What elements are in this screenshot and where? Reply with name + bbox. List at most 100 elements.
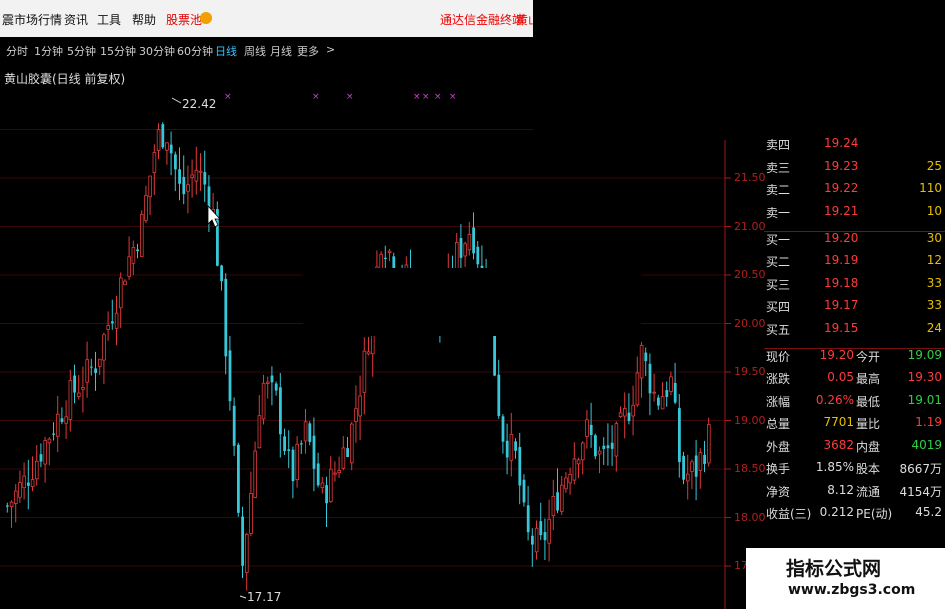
stat-value: 4154万: [899, 484, 942, 499]
bid-row[interactable]: 买五 19.15 24: [724, 318, 945, 340]
period-5min[interactable]: 5分钟: [67, 43, 96, 59]
period-1min[interactable]: 1分钟: [34, 43, 63, 59]
bid-row[interactable]: 买一 19.20 30: [724, 228, 945, 250]
signal-marker: ×: [312, 92, 320, 102]
menu-item-market[interactable]: 震市场行情: [2, 11, 62, 28]
period-more[interactable]: 更多: [297, 43, 319, 59]
ask-label: 卖四: [766, 138, 791, 153]
ask-price: 19.24: [824, 136, 859, 151]
candle-body: [169, 144, 173, 154]
bid-volume: 33: [926, 275, 942, 290]
candle-body: [68, 380, 73, 420]
stats-row: 外盘 3682 内盘 4019: [724, 435, 945, 457]
chevron-right-icon[interactable]: >: [326, 43, 335, 56]
candle-body: [244, 533, 249, 574]
candle-body: [257, 415, 262, 449]
menu-item-news[interactable]: 资讯: [64, 11, 88, 28]
candle-body: [509, 433, 514, 461]
period-daily[interactable]: 日线: [215, 43, 237, 59]
low-price-label: 17.17: [247, 590, 282, 604]
period-intraday[interactable]: 分时: [6, 43, 28, 59]
candle-body: [556, 492, 559, 511]
candle-body: [283, 436, 286, 452]
candle-body: [682, 455, 685, 480]
chart-grid: [0, 129, 731, 567]
candle-body: [459, 238, 463, 258]
stock-pool-button[interactable]: 股票池: [166, 11, 202, 28]
period-60min[interactable]: 60分钟: [177, 43, 213, 59]
candle-body: [463, 243, 467, 257]
candle-body: [703, 454, 706, 464]
candle-body: [47, 438, 52, 444]
ask-row[interactable]: 卖一 19.21 10: [724, 201, 945, 223]
ask-row[interactable]: 卖二 19.22 110: [724, 178, 945, 200]
ask-price: 19.22: [824, 181, 859, 196]
candle-body: [387, 250, 392, 253]
stat-label: 量比: [856, 417, 881, 432]
candle-body: [514, 441, 517, 451]
ask-volume: 10: [926, 203, 942, 218]
candle-body: [253, 450, 258, 498]
bid-price: 19.19: [824, 253, 859, 268]
ask-row[interactable]: 卖四 19.24: [724, 133, 945, 155]
stat-label: 现价: [766, 349, 791, 364]
candle-body: [312, 435, 316, 469]
candle-body: [295, 443, 299, 480]
period-30min[interactable]: 30分钟: [139, 43, 175, 59]
bid-row[interactable]: 买二 19.19 12: [724, 250, 945, 272]
period-weekly[interactable]: 周线: [244, 43, 266, 59]
bid-row[interactable]: 买三 19.18 33: [724, 273, 945, 295]
candle-body: [198, 170, 203, 173]
menu-item-tools[interactable]: 工具: [97, 11, 121, 28]
bid-volume: 33: [926, 298, 942, 313]
stat-label: 涨幅: [766, 394, 791, 409]
candle-body: [274, 383, 278, 391]
bid-volume: 12: [926, 253, 942, 268]
candle-body: [9, 501, 14, 507]
candle-body: [90, 366, 93, 368]
candle-body: [35, 460, 39, 480]
candle-body: [547, 518, 551, 544]
stat-value: 1.85%: [815, 460, 854, 475]
watermark-url: www.zbgs3.com: [788, 582, 916, 598]
candle-body: [678, 408, 681, 463]
stat-value: 0.05: [827, 370, 854, 385]
bid-volume: 30: [926, 230, 942, 245]
candle-body: [119, 277, 123, 309]
stats-row: 涨幅 0.26% 最低 19.01: [724, 390, 945, 412]
candle-body: [560, 484, 564, 512]
bid-price: 19.18: [824, 275, 859, 290]
candle-body: [127, 256, 132, 277]
candle-body: [572, 458, 577, 481]
quote-panel: 卖四 19.24 卖三 19.23 25 卖二 19.22 110 卖一 19.21 10 买一 19.…: [724, 136, 945, 609]
candle-body: [114, 312, 119, 329]
candle-body: [249, 492, 253, 534]
chart-title: 黄山胶囊(日线 前复权): [4, 72, 126, 86]
stock-pool-icon: [200, 12, 212, 24]
bid-row[interactable]: 买四 19.17 33: [724, 295, 945, 317]
candle-body: [384, 257, 387, 260]
menu-item-help[interactable]: 帮助: [132, 11, 156, 28]
candle-body: [694, 455, 698, 477]
candle-body: [156, 129, 161, 151]
candle-body: [161, 124, 165, 148]
period-monthly[interactable]: 月线: [270, 43, 292, 59]
ask-row[interactable]: 卖三 19.23 25: [724, 156, 945, 178]
bid-label: 买二: [766, 255, 791, 270]
candle-body: [614, 423, 619, 457]
redacted-area-top: [533, 0, 945, 140]
candle-body: [606, 445, 610, 449]
candle-body: [531, 535, 534, 545]
candle-body: [589, 424, 593, 436]
stat-value: 7701: [823, 415, 854, 430]
candle-body: [354, 408, 358, 422]
candle-body: [300, 443, 303, 445]
candle-body: [94, 368, 97, 374]
stat-label: 总量: [766, 417, 791, 432]
stat-value: 19.20: [819, 347, 854, 362]
period-15min[interactable]: 15分钟: [100, 43, 136, 59]
menu-bar: 震市场行情 资讯 工具 帮助 股票池 通达信金融终端 黄山: [0, 0, 540, 37]
candle-body: [228, 350, 232, 402]
candle-body: [194, 169, 199, 182]
candle-body: [237, 444, 240, 513]
